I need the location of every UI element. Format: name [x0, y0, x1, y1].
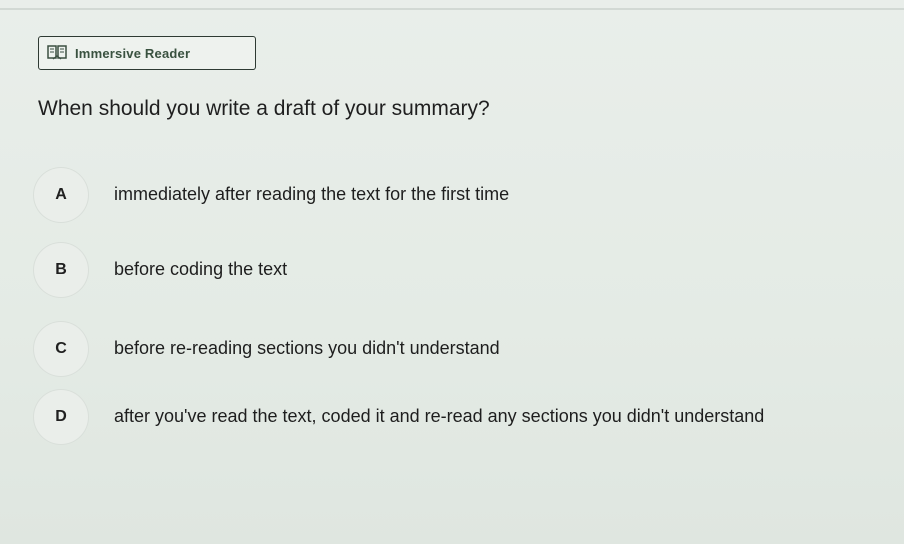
answer-option-c[interactable]: C before re-reading sections you didn't …: [34, 322, 854, 376]
option-text-b: before coding the text: [114, 259, 288, 279]
immersive-reader-icon: [47, 44, 67, 62]
option-text-c: before re-reading sections you didn't un…: [114, 338, 500, 358]
option-letter-b: B: [34, 243, 88, 297]
option-text-a: immediately after reading the text for t…: [114, 184, 510, 204]
option-letter-d: D: [34, 390, 88, 444]
option-text-d: after you've read the text, coded it and…: [114, 406, 765, 426]
answer-option-d[interactable]: D after you've read the text, coded it a…: [34, 390, 854, 444]
question-text: When should you write a draft of your su…: [38, 97, 490, 120]
answer-option-b[interactable]: B before coding the text: [34, 243, 854, 297]
immersive-reader-button[interactable]: Immersive Reader: [38, 36, 256, 70]
option-letter-a: A: [34, 168, 88, 222]
immersive-reader-label: Immersive Reader: [75, 45, 191, 61]
option-letter-c: C: [34, 322, 88, 376]
top-divider: [0, 8, 904, 10]
answer-option-a[interactable]: A immediately after reading the text for…: [34, 168, 854, 222]
